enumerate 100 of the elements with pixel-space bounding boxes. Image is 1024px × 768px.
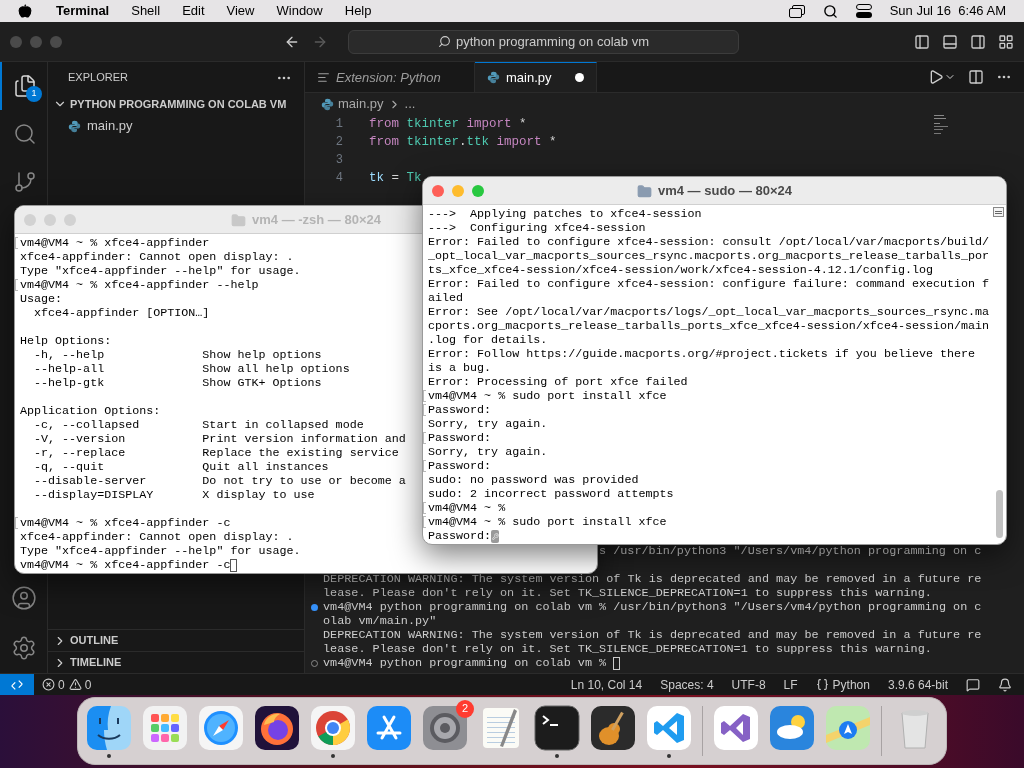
terminal-line: ---> Configuring xfce4-session (428, 221, 646, 235)
menu-item[interactable]: Help (344, 1, 372, 21)
terminal-line: sudo: 2 incorrect password attempts (428, 487, 674, 501)
account-icon[interactable] (10, 585, 37, 611)
terminal-line: s /usr/bin/python3 "/Users/vm4/python programming on c (599, 544, 982, 558)
error-count[interactable]: 0 (58, 675, 65, 694)
line-number: 1 (334, 116, 343, 133)
layout-icon[interactable] (998, 33, 1014, 50)
status-item[interactable]: Spaces: 4 (660, 675, 714, 694)
notification-badge: 2 (456, 699, 474, 718)
branch-icon (12, 170, 37, 194)
terminal-line: is a bug. (428, 361, 492, 375)
line-number: 3 (334, 152, 343, 169)
menu-app-name[interactable]: Terminal (56, 1, 110, 21)
terminal-line: DEPRECATION WARNING: The system version of Tk is deprecated and may be removed in a future re (323, 572, 982, 586)
code-ribbon-icon[interactable] (646, 704, 692, 758)
remote-button[interactable] (0, 674, 34, 695)
terminal-line: xfce4-appfinder [OPTION…] (33, 306, 210, 320)
terminal-line: Error: Follow https://guide.macports.org/#project.tickets if you believe there (428, 347, 976, 361)
terminal-line: .log for details. (428, 333, 548, 347)
status-item[interactable]: Python (832, 675, 870, 694)
search-icon[interactable] (822, 3, 838, 19)
terminal-line: sudo: no password was provided (428, 473, 639, 487)
terminal-line: lease. Please don't rely on it. Set TK_SILENCE_DEPRECATION=1 to suppress this warning. (323, 642, 932, 656)
terminal-line: Sorry, try again. (428, 445, 548, 459)
apple-icon[interactable] (18, 4, 32, 18)
terminal-line: ts_xfce_xfce4-session/xfce4-session/work/xfce4-session-4.12.1/config.log (428, 263, 933, 277)
terminal-line: --disable-server Do not try to use or become a (33, 474, 406, 488)
window-title: vm4 — sudo — 80×24 (658, 182, 792, 201)
folder-row[interactable]: PYTHON PROGRAMMING ON COLAB VM (48, 93, 304, 115)
status-item[interactable]: 3.9.6 64-bit (887, 675, 948, 694)
terminal-line: vm4@VM4 ~ % xfce4-appfinder -c (20, 558, 231, 572)
terminal-line: -c, --collapsed Start in collapsed mode (33, 418, 364, 432)
scrollbar-thumb[interactable] (996, 490, 1003, 538)
terminal-icon[interactable] (534, 704, 580, 758)
terminal-line: -q, --quit Quit all instances (33, 460, 329, 474)
terminal-line: vm4@VM4 ~ % sudo port install xfce (428, 515, 667, 529)
menu-clock[interactable]: Sun Jul 16 6:46 AM (889, 1, 1006, 21)
braces-icon (815, 678, 829, 691)
error-icon (42, 678, 55, 691)
menu-item[interactable]: Edit (182, 1, 205, 21)
smiling-face-icon[interactable] (86, 704, 132, 758)
terminal-line: xfce4-appfinder: Cannot open display: . (20, 250, 294, 264)
section-header[interactable]: OUTLINE (48, 629, 304, 651)
terminal-line: --help-gtk Show GTK+ Options (33, 376, 322, 390)
breadcrumb-item[interactable]: ... (404, 94, 416, 114)
run-icon[interactable] (928, 69, 944, 85)
terminal-line: -r, --replace Replace the existing service (33, 446, 399, 460)
secondary-sidebar-icon[interactable] (970, 33, 986, 50)
marks-icon[interactable] (993, 207, 1004, 217)
breadcrumb-item[interactable]: main.py (338, 94, 384, 114)
status-item[interactable]: LF (783, 675, 798, 694)
terminal-line: vm4@VM4 ~ % (428, 501, 506, 515)
code-line: tk = Tk (369, 169, 422, 187)
terminal-line: Type "xfce4-appfinder --help" for usage. (20, 544, 301, 558)
command-search-field[interactable]: python programming on colab vm (348, 29, 739, 54)
panel-toggle-icon[interactable] (942, 33, 958, 50)
split-editor-icon[interactable] (968, 69, 984, 85)
status-item[interactable]: UTF-8 (731, 675, 766, 694)
settings-icon[interactable] (10, 635, 37, 661)
warning-count[interactable]: 0 (84, 675, 92, 694)
terminal-line: DEPRECATION WARNING: The system version of Tk is deprecated and may be removed in a future re (323, 628, 982, 642)
terminal-line: Type "xfce4-appfinder --help" for usage. (20, 264, 301, 278)
control-center-icon[interactable] (855, 4, 872, 18)
terminal-line: _opt_local_var_macports_sources_rsync.macports.org_macports_release_tarballs_por (428, 249, 990, 263)
terminal-line: cports.org_macports_release_tarballs_ports_xfce_xfce4-session/xfce4-session/main (428, 319, 990, 333)
warning-icon (68, 678, 82, 691)
terminal-line: ---> Applying patches to xfce4-session (428, 207, 702, 221)
python-file-icon (487, 71, 500, 84)
search-icon (438, 35, 452, 48)
terminal-line: Sorry, try again. (428, 417, 548, 431)
terminal-line: Help Options: (20, 334, 112, 348)
folder-icon (637, 183, 652, 199)
python-file-icon (68, 119, 81, 133)
folder-icon (231, 212, 246, 228)
terminal-line: -h, --help Show help options (33, 348, 322, 362)
terminal-line: Error: Failed to configure xfce4-session: consult /opt/local/var/macports/build/ (428, 235, 990, 249)
search-text: python programming on colab vm (456, 32, 649, 51)
terminal-line: xfce4-appfinder: Cannot open display: . (20, 530, 294, 544)
terminal-line: --help-all Show all help options (33, 362, 350, 376)
line-number: 4 (334, 170, 343, 187)
editor-tab[interactable]: main.py (475, 62, 597, 92)
terminal-line: vm4@VM4 ~ % xfce4-appfinder -c (20, 516, 231, 530)
menu-item[interactable]: Window (276, 1, 323, 21)
feedback-icon[interactable] (966, 677, 980, 692)
menu-item[interactable]: View (226, 1, 255, 21)
remote-icon (10, 677, 24, 692)
stage-manager-icon[interactable] (788, 4, 805, 18)
file-item[interactable]: main.py (87, 116, 133, 136)
close-button[interactable] (432, 184, 444, 197)
terminal-line: lease. Please don't rely on it. Set TK_SILENCE_DEPRECATION=1 to suppress this warning. (323, 586, 932, 600)
sidebar-title: EXPLORER (68, 70, 128, 86)
status-item[interactable]: Ln 10, Col 14 (570, 675, 643, 694)
badge: 1 (26, 86, 42, 102)
sidebar-toggle-icon[interactable] (914, 33, 930, 50)
line-number: 2 (334, 134, 343, 151)
terminal-line: --display=DISPLAY X display to use (33, 488, 315, 502)
terminal-line: vm4@VM4 ~ % xfce4-appfinder (20, 236, 210, 250)
notifications-icon[interactable] (998, 677, 1012, 692)
menu-item[interactable]: Shell (131, 1, 161, 21)
